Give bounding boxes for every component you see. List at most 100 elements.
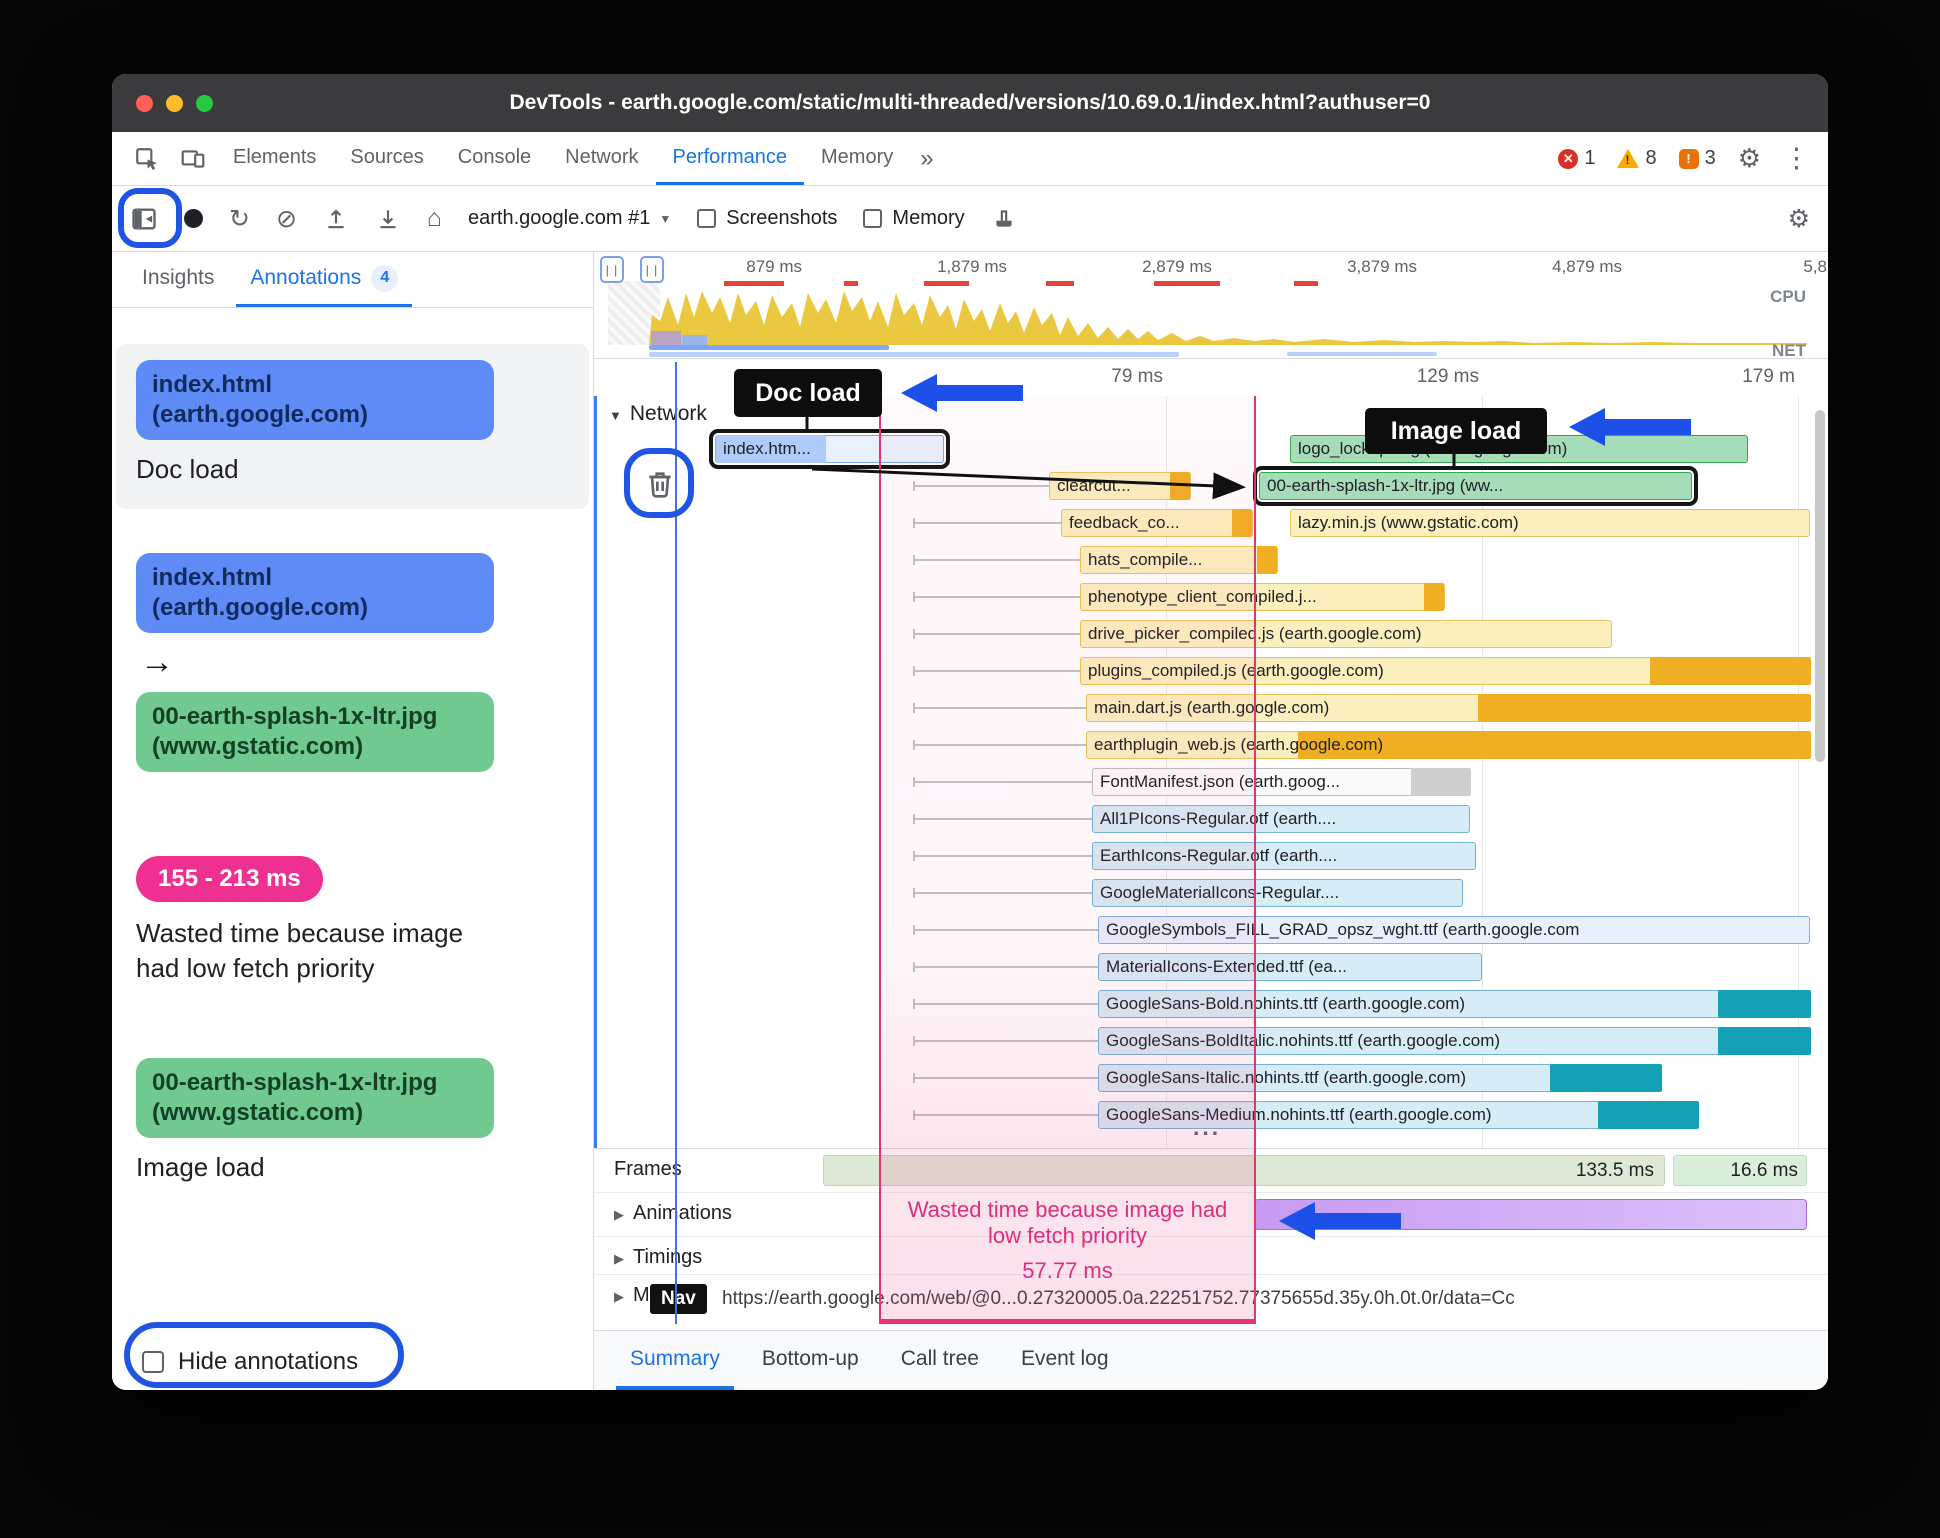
network-request-bar[interactable]: GoogleSans-Bold.nohints.ttf (earth.googl… xyxy=(1098,990,1811,1018)
network-request-bar[interactable]: index.htm... xyxy=(709,429,950,469)
device-toolbar-icon[interactable] xyxy=(170,132,216,185)
tab-annotations[interactable]: Annotations 4 xyxy=(236,252,413,307)
request-label: GoogleSans-Medium.nohints.ttf (earth.goo… xyxy=(1106,1105,1492,1124)
network-request-bar[interactable]: GoogleSymbols_FILL_GRAD_opsz_wght.ttf (e… xyxy=(1098,916,1810,944)
more-tabs-icon[interactable]: » xyxy=(910,132,943,185)
toggle-sidebar-icon[interactable] xyxy=(130,205,158,233)
annotation-card-doc-load[interactable]: index.html (earth.google.com) Doc load xyxy=(116,344,589,509)
request-active-segment xyxy=(1550,1064,1662,1092)
detail-tab-event-log[interactable]: Event log xyxy=(1007,1331,1123,1390)
network-request-bar[interactable]: 00-earth-splash-1x-ltr.jpg (ww... xyxy=(1253,466,1698,506)
overview-tick-label: 879 ms xyxy=(746,257,802,276)
tab-network[interactable]: Network xyxy=(548,132,655,185)
network-request-bar[interactable]: lazy.min.js (www.gstatic.com) xyxy=(1290,509,1810,537)
error-badge[interactable]: ✕ 1 xyxy=(1558,147,1595,170)
timings-track[interactable]: Timings xyxy=(594,1237,1828,1275)
network-request-bar[interactable]: main.dart.js (earth.google.com) xyxy=(1086,694,1811,722)
frames-track[interactable]: Frames 133.5 ms 16.6 ms xyxy=(594,1149,1828,1193)
request-active-segment xyxy=(1598,1101,1699,1129)
network-request-bar[interactable]: plugins_compiled.js (earth.google.com) xyxy=(1080,657,1811,685)
frame-duration-bar[interactable]: 16.6 ms xyxy=(1673,1155,1807,1186)
frame-duration-bar[interactable]: 133.5 ms xyxy=(823,1155,1665,1186)
network-track-header[interactable]: Network xyxy=(609,402,707,426)
overview-drag-handle-left[interactable] xyxy=(600,256,624,283)
annotation-card-image-load[interactable]: 00-earth-splash-1x-ltr.jpg (www.gstatic.… xyxy=(112,1058,593,1183)
tab-elements[interactable]: Elements xyxy=(216,132,333,185)
memory-checkbox-row[interactable]: Memory xyxy=(863,207,965,230)
detail-tab-summary[interactable]: Summary xyxy=(616,1331,734,1390)
tab-memory[interactable]: Memory xyxy=(804,132,910,185)
hide-annotations-checkbox[interactable] xyxy=(142,1351,164,1373)
timeline-overview[interactable]: 879 ms 1,879 ms 2,879 ms 3,879 ms 4,879 ms 5,… xyxy=(594,253,1828,359)
warning-badge[interactable]: 8 xyxy=(1617,147,1657,170)
delete-annotation-button[interactable] xyxy=(639,462,681,504)
expand-triangle-icon[interactable] xyxy=(614,1246,624,1269)
performance-toolbar: ↻ ⊘ ⌂ earth.google.com #1 ▼ Screenshots … xyxy=(112,186,1828,252)
network-request-bar[interactable]: earthplugin_web.js (earth.google.com) xyxy=(1086,731,1811,759)
tab-console[interactable]: Console xyxy=(441,132,548,185)
network-request-bar[interactable]: hats_compile... xyxy=(1080,546,1278,574)
request-queue-whisker xyxy=(913,555,1080,565)
image-load-annotation-label[interactable]: Image load xyxy=(1365,408,1547,454)
tab-performance[interactable]: Performance xyxy=(655,132,804,185)
detail-tab-call-tree[interactable]: Call tree xyxy=(887,1331,993,1390)
entry-chip[interactable]: index.html (earth.google.com) xyxy=(136,553,494,633)
kebab-menu-icon[interactable]: ⋮ xyxy=(1783,143,1810,174)
inspect-element-icon[interactable] xyxy=(124,132,170,185)
collapse-triangle-icon[interactable] xyxy=(609,402,622,426)
entry-chip[interactable]: index.html (earth.google.com) xyxy=(136,360,494,440)
network-request-bar[interactable]: GoogleSans-Italic.nohints.ttf (earth.goo… xyxy=(1098,1064,1662,1092)
tab-insights[interactable]: Insights xyxy=(128,252,228,307)
screenshots-checkbox[interactable] xyxy=(697,209,717,228)
tab-sources[interactable]: Sources xyxy=(333,132,440,185)
network-request-bar[interactable]: GoogleSans-Medium.nohints.ttf (earth.goo… xyxy=(1098,1101,1699,1129)
network-request-bar[interactable]: All1PIcons-Regular.otf (earth.... xyxy=(1092,805,1470,833)
entry-chip[interactable]: 00-earth-splash-1x-ltr.jpg (www.gstatic.… xyxy=(136,692,494,772)
expand-triangle-icon[interactable] xyxy=(614,1202,624,1225)
detail-tab-bottom-up[interactable]: Bottom-up xyxy=(748,1331,873,1390)
request-label: GoogleSans-Italic.nohints.ttf (earth.goo… xyxy=(1106,1068,1467,1087)
time-range-chip[interactable]: 155 - 213 ms xyxy=(136,856,323,902)
clear-recording-icon[interactable]: ⊘ xyxy=(276,204,297,234)
main-thread-track[interactable]: Ma Nav https://earth.google.com/web/@0..… xyxy=(594,1275,1828,1327)
record-button[interactable] xyxy=(184,209,203,228)
link-arrow-icon xyxy=(140,643,573,682)
screenshots-checkbox-row[interactable]: Screenshots xyxy=(697,207,837,230)
annotation-card-link[interactable]: index.html (earth.google.com) 00-earth-s… xyxy=(112,553,593,772)
devtools-tabbar: Elements Sources Console Network Performance… xyxy=(112,132,1828,186)
network-request-bar[interactable]: phenotype_client_compiled.j... xyxy=(1080,583,1445,611)
doc-load-annotation-label[interactable]: Doc load xyxy=(734,369,882,417)
network-request-bar[interactable]: FontManifest.json (earth.goog... xyxy=(1092,768,1471,796)
download-profile-icon[interactable] xyxy=(375,206,401,232)
network-request-bar[interactable]: feedback_co... xyxy=(1061,509,1253,537)
hide-annotations-control[interactable]: Hide annotations xyxy=(142,1348,358,1376)
expand-triangle-icon[interactable] xyxy=(614,1284,624,1307)
network-request-bar[interactable]: drive_picker_compiled.js (earth.google.c… xyxy=(1080,620,1612,648)
upload-profile-icon[interactable] xyxy=(323,206,349,232)
request-queue-whisker xyxy=(913,703,1086,713)
home-live-metrics-icon[interactable]: ⌂ xyxy=(427,204,442,233)
network-request-bar[interactable]: MaterialIcons-Extended.ttf (ea... xyxy=(1098,953,1482,981)
collect-garbage-icon[interactable] xyxy=(991,206,1017,232)
settings-gear-icon[interactable]: ⚙ xyxy=(1738,143,1761,174)
request-queue-whisker xyxy=(913,888,1092,898)
network-request-bar[interactable]: EarthIcons-Regular.otf (earth.... xyxy=(1092,842,1476,870)
network-request-bar[interactable]: GoogleSans-BoldItalic.nohints.ttf (earth… xyxy=(1098,1027,1811,1055)
network-scrollbar-thumb[interactable] xyxy=(1815,410,1825,762)
overview-drag-handle-right[interactable] xyxy=(640,256,664,283)
network-request-bar[interactable]: GoogleMaterialIcons-Regular.... xyxy=(1092,879,1463,907)
ruler-tick-label: 129 ms xyxy=(1416,366,1479,387)
target-selector-dropdown[interactable]: earth.google.com #1 ▼ xyxy=(468,207,671,230)
reload-and-record-icon[interactable]: ↻ xyxy=(229,204,250,234)
network-track[interactable]: Network index.htm...logo_lockup.svg (ear… xyxy=(594,396,1828,1148)
issues-badge[interactable]: ! 3 xyxy=(1678,147,1716,170)
request-queue-whisker xyxy=(913,999,1098,1009)
annotation-card-time-range[interactable]: 155 - 213 ms Wasted time because image h… xyxy=(112,856,593,986)
network-request-bar[interactable]: clearcut... xyxy=(1049,472,1191,500)
animations-track[interactable]: Animations xyxy=(594,1193,1828,1237)
capture-settings-gear-icon[interactable]: ⚙ xyxy=(1788,204,1810,234)
annotation-label: Doc load xyxy=(136,454,239,484)
memory-checkbox[interactable] xyxy=(863,209,883,228)
entry-chip[interactable]: 00-earth-splash-1x-ltr.jpg (www.gstatic.… xyxy=(136,1058,494,1139)
animation-bar[interactable] xyxy=(1254,1199,1807,1230)
